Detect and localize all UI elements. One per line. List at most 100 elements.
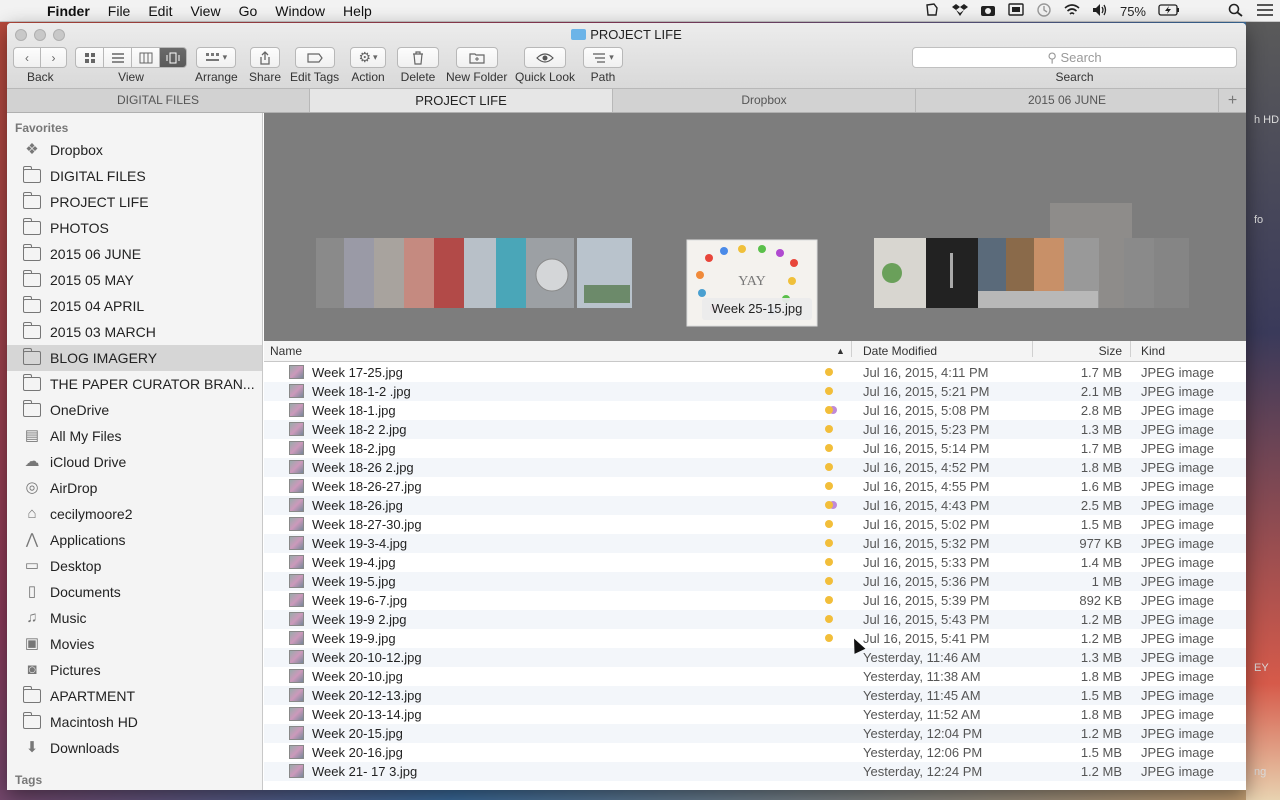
- file-row[interactable]: Week 19-6-7.jpg Jul 16, 2015, 5:39 PM 892 …: [264, 591, 1246, 610]
- sidebar-item-blog-imagery[interactable]: BLOG IMAGERY: [7, 345, 262, 371]
- evernote-icon[interactable]: [924, 2, 940, 20]
- sidebar-item-digital-files[interactable]: DIGITAL FILES: [7, 163, 262, 189]
- time-machine-icon[interactable]: [1036, 2, 1052, 20]
- column-header-date[interactable]: Date Modified: [863, 341, 937, 361]
- file-row[interactable]: Week 17-25.jpg Jul 16, 2015, 4:11 PM 1.7 M…: [264, 363, 1246, 382]
- edit-tags-button[interactable]: [294, 47, 335, 68]
- battery-percent[interactable]: 75%: [1120, 4, 1146, 19]
- file-row[interactable]: Week 18-26 2.jpg Jul 16, 2015, 4:52 PM 1.8…: [264, 458, 1246, 477]
- menu-app-name[interactable]: Finder: [38, 3, 99, 19]
- delete-button[interactable]: [397, 47, 439, 68]
- action-button[interactable]: ⚙ ▾: [350, 47, 386, 68]
- forward-button[interactable]: ›: [40, 47, 67, 68]
- new-tab-button[interactable]: +: [1219, 89, 1246, 112]
- file-row[interactable]: Week 18-2 2.jpg Jul 16, 2015, 5:23 PM 1.3 …: [264, 420, 1246, 439]
- cover-flow-view-button[interactable]: [159, 47, 187, 68]
- sidebar-item-downloads[interactable]: ⬇ Downloads: [7, 735, 262, 761]
- sidebar-item-all-my-files[interactable]: ▤ All My Files: [7, 423, 262, 449]
- folder-icon: [23, 192, 41, 209]
- back-button[interactable]: ‹: [13, 47, 40, 68]
- file-row[interactable]: Week 19-9.jpg Jul 16, 2015, 5:41 PM 1.2 MB…: [264, 629, 1246, 648]
- tab-2015-06-june[interactable]: 2015 06 JUNE: [916, 89, 1219, 112]
- file-row[interactable]: Week 18-1-2 .jpg Jul 16, 2015, 5:21 PM 2.1…: [264, 382, 1246, 401]
- column-divider[interactable]: [851, 341, 852, 357]
- sidebar-item-dropbox[interactable]: ❖ Dropbox: [7, 137, 262, 163]
- sidebar-item-documents[interactable]: ▯ Documents: [7, 579, 262, 605]
- file-row[interactable]: Week 18-26.jpg Jul 16, 2015, 4:43 PM 2.5 M…: [264, 496, 1246, 515]
- path-button[interactable]: ▾: [583, 47, 623, 68]
- tab-dropbox[interactable]: Dropbox: [613, 89, 916, 112]
- dropbox-status-icon[interactable]: [951, 3, 968, 20]
- file-thumbnail-icon: [289, 745, 304, 759]
- file-row[interactable]: Week 18-1.jpg Jul 16, 2015, 5:08 PM 2.8 MB…: [264, 401, 1246, 420]
- column-view-button[interactable]: [131, 47, 159, 68]
- sidebar-item-project-life[interactable]: PROJECT LIFE: [7, 189, 262, 215]
- sidebar-item-2015-04-april[interactable]: 2015 04 APRIL: [7, 293, 262, 319]
- file-row[interactable]: Week 20-16.jpg Yesterday, 12:06 PM 1.5 MB J…: [264, 743, 1246, 762]
- tab-digital-files[interactable]: DIGITAL FILES: [7, 89, 310, 112]
- sidebar-item-photos[interactable]: PHOTOS: [7, 215, 262, 241]
- wifi-icon[interactable]: [1064, 3, 1080, 20]
- sidebar-item-onedrive[interactable]: OneDrive: [7, 397, 262, 423]
- battery-icon[interactable]: [1158, 3, 1180, 20]
- spotlight-icon[interactable]: [1228, 3, 1244, 20]
- icon-view-button[interactable]: [75, 47, 103, 68]
- column-header-size[interactable]: Size: [1034, 341, 1122, 361]
- column-divider[interactable]: [1032, 341, 1033, 357]
- file-row[interactable]: Week 21- 17 3.jpg Yesterday, 12:24 PM 1.2 …: [264, 762, 1246, 781]
- cover-flow[interactable]: YAY Week 25-15.jpg: [264, 113, 1246, 341]
- file-row[interactable]: Week 19-3-4.jpg Jul 16, 2015, 5:32 PM 977 …: [264, 534, 1246, 553]
- menu-go[interactable]: Go: [230, 3, 267, 19]
- sidebar-item-applications[interactable]: ⋀ Applications: [7, 527, 262, 553]
- menu-window[interactable]: Window: [266, 3, 334, 19]
- sidebar-item-icloud-drive[interactable]: ☁ iCloud Drive: [7, 449, 262, 475]
- column-divider[interactable]: [1130, 341, 1131, 357]
- sidebar-item-2015-06-june[interactable]: 2015 06 JUNE: [7, 241, 262, 267]
- arrange-button[interactable]: ▾: [196, 47, 237, 68]
- sidebar-item-the-paper-curator-bran[interactable]: THE PAPER CURATOR BRAN...: [7, 371, 262, 397]
- search-input[interactable]: ⚲ Search: [912, 47, 1237, 68]
- file-size: 1.3 MB: [1080, 422, 1122, 437]
- sidebar-item-2015-03-march[interactable]: 2015 03 MARCH: [7, 319, 262, 345]
- menu-edit[interactable]: Edit: [139, 3, 181, 19]
- file-row[interactable]: Week 18-27-30.jpg Jul 16, 2015, 5:02 PM 1.…: [264, 515, 1246, 534]
- sidebar-item-2015-05-may[interactable]: 2015 05 MAY: [7, 267, 262, 293]
- share-button[interactable]: [250, 47, 281, 68]
- new-folder-button[interactable]: [455, 47, 498, 68]
- camera-icon[interactable]: [980, 3, 996, 20]
- tab-project-life[interactable]: PROJECT LIFE: [310, 89, 613, 112]
- file-row[interactable]: Week 20-10.jpg Yesterday, 11:38 AM 1.8 MB J…: [264, 667, 1246, 686]
- sidebar-item-airdrop[interactable]: ◎ AirDrop: [7, 475, 262, 501]
- column-header-name[interactable]: Name: [270, 341, 302, 361]
- thumbnail-stack-left[interactable]: [316, 238, 632, 308]
- menu-file[interactable]: File: [99, 3, 140, 19]
- sidebar-item-movies[interactable]: ▣ Movies: [7, 631, 262, 657]
- yellow-tag-dot: [825, 425, 833, 433]
- sidebar-item-macintosh-hd[interactable]: Macintosh HD: [7, 709, 262, 735]
- sidebar-item-desktop[interactable]: ▭ Desktop: [7, 553, 262, 579]
- file-row[interactable]: Week 18-26-27.jpg Jul 16, 2015, 4:55 PM 1.…: [264, 477, 1246, 496]
- column-header-kind[interactable]: Kind: [1141, 341, 1165, 361]
- list-view-button[interactable]: [103, 47, 131, 68]
- display-icon[interactable]: [1008, 2, 1024, 20]
- file-row[interactable]: Week 20-13-14.jpg Yesterday, 11:52 AM 1.8 …: [264, 705, 1246, 724]
- file-row[interactable]: Week 20-10-12.jpg Yesterday, 11:46 AM 1.3 …: [264, 648, 1246, 667]
- file-row[interactable]: Week 19-4.jpg Jul 16, 2015, 5:33 PM 1.4 MB…: [264, 553, 1246, 572]
- file-row[interactable]: Week 18-2.jpg Jul 16, 2015, 5:14 PM 1.7 MB…: [264, 439, 1246, 458]
- menu-help[interactable]: Help: [334, 3, 381, 19]
- file-date-modified: Jul 16, 2015, 5:33 PM: [863, 555, 990, 570]
- file-row[interactable]: Week 20-15.jpg Yesterday, 12:04 PM 1.2 MB J…: [264, 724, 1246, 743]
- volume-icon[interactable]: [1092, 3, 1108, 20]
- sidebar-item-pictures[interactable]: ◙ Pictures: [7, 657, 262, 683]
- share-control: Share: [249, 47, 281, 84]
- sidebar-item-music[interactable]: ♫ Music: [7, 605, 262, 631]
- menu-view[interactable]: View: [181, 3, 229, 19]
- notification-center-icon[interactable]: [1256, 3, 1274, 20]
- sidebar-item-cecilymoore2[interactable]: ⌂ cecilymoore2: [7, 501, 262, 527]
- sidebar-item-apartment[interactable]: APARTMENT: [7, 683, 262, 709]
- thumbnail-stack-right[interactable]: [874, 203, 1189, 308]
- quick-look-button[interactable]: [524, 47, 567, 68]
- file-row[interactable]: Week 19-9 2.jpg Jul 16, 2015, 5:43 PM 1.2 …: [264, 610, 1246, 629]
- file-row[interactable]: Week 20-12-13.jpg Yesterday, 11:45 AM 1.5 …: [264, 686, 1246, 705]
- file-row[interactable]: Week 19-5.jpg Jul 16, 2015, 5:36 PM 1 MB JP…: [264, 572, 1246, 591]
